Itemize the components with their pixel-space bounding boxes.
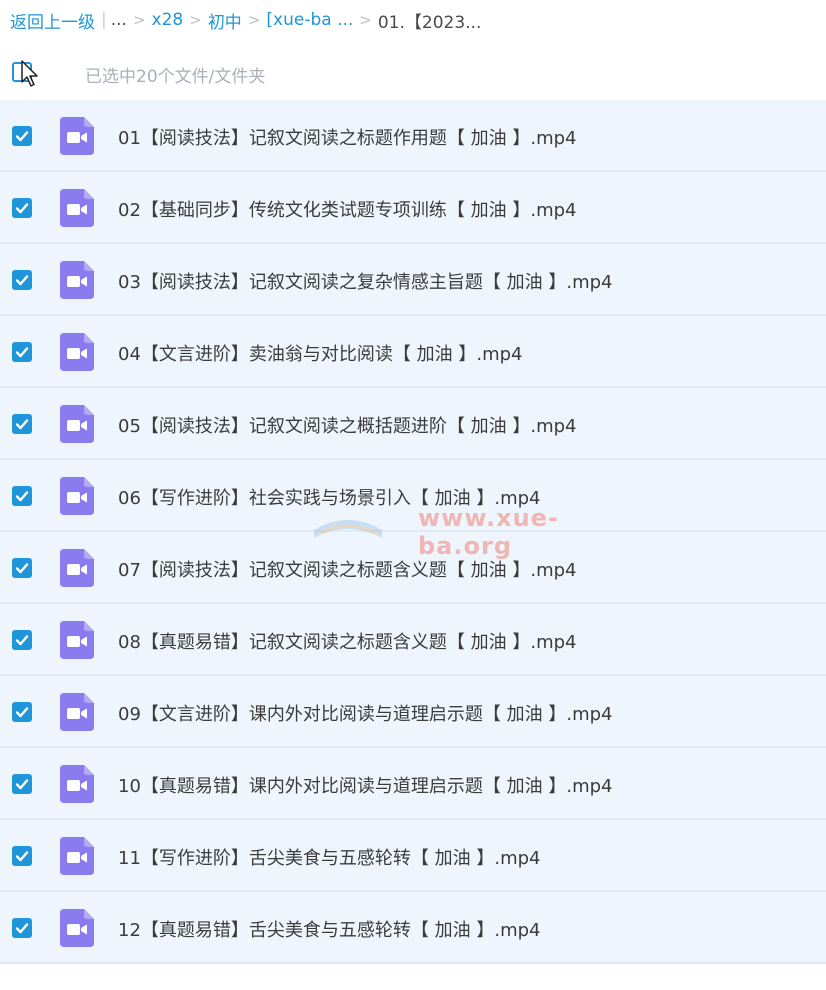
file-row[interactable]: 12【真题易错】舌尖美食与五感轮转【 加油 】.mp4 — [0, 892, 826, 964]
file-name[interactable]: 12【真题易错】舌尖美食与五感轮转【 加油 】.mp4 — [118, 916, 540, 942]
breadcrumb-item[interactable]: x28 — [152, 10, 184, 30]
file-row[interactable]: 03【阅读技法】记叙文阅读之复杂情感主旨题【 加油 】.mp4 — [0, 244, 826, 316]
file-row[interactable]: 01【阅读技法】记叙文阅读之标题作用题【 加油 】.mp4 — [0, 100, 826, 172]
breadcrumb-ellipsis[interactable]: ... — [111, 10, 127, 30]
video-file-icon — [60, 117, 94, 155]
video-file-icon — [60, 765, 94, 803]
row-checkbox[interactable] — [12, 342, 32, 362]
file-name[interactable]: 04【文言进阶】卖油翁与对比阅读【 加油 】.mp4 — [118, 340, 522, 366]
row-checkbox[interactable] — [12, 198, 32, 218]
row-checkbox[interactable] — [12, 486, 32, 506]
divider: | — [101, 10, 107, 30]
row-checkbox[interactable] — [12, 774, 32, 794]
row-checkbox[interactable] — [12, 126, 32, 146]
file-row[interactable]: 10【真题易错】课内外对比阅读与道理启示题【 加油 】.mp4 — [0, 748, 826, 820]
file-name[interactable]: 02【基础同步】传统文化类试题专项训练【 加油 】.mp4 — [118, 196, 576, 222]
video-file-icon — [60, 837, 94, 875]
file-name[interactable]: 10【真题易错】课内外对比阅读与道理启示题【 加油 】.mp4 — [118, 772, 612, 798]
chevron-right-icon: > — [359, 11, 372, 29]
file-name[interactable]: 06【写作进阶】社会实践与场景引入【 加油 】.mp4 — [118, 484, 540, 510]
video-file-icon — [60, 477, 94, 515]
file-name[interactable]: 03【阅读技法】记叙文阅读之复杂情感主旨题【 加油 】.mp4 — [118, 268, 612, 294]
chevron-right-icon: > — [132, 11, 146, 29]
video-file-icon — [60, 549, 94, 587]
selection-count: 已选中20个文件/文件夹 — [85, 67, 266, 87]
file-row[interactable]: 07【阅读技法】记叙文阅读之标题含义题【 加油 】.mp4 — [0, 532, 826, 604]
row-checkbox[interactable] — [12, 558, 32, 578]
video-file-icon — [60, 261, 94, 299]
file-row[interactable]: 08【真题易错】记叙文阅读之标题含义题【 加油 】.mp4 — [0, 604, 826, 676]
file-row[interactable]: 11【写作进阶】舌尖美食与五感轮转【 加油 】.mp4 — [0, 820, 826, 892]
video-file-icon — [60, 693, 94, 731]
row-checkbox[interactable] — [12, 918, 32, 938]
file-row[interactable]: 02【基础同步】传统文化类试题专项训练【 加油 】.mp4 — [0, 172, 826, 244]
breadcrumb-item[interactable]: 初中 — [208, 8, 242, 33]
video-file-icon — [60, 189, 94, 227]
chevron-right-icon: > — [189, 11, 202, 29]
selection-bar: 已选中20个文件/文件夹 — [0, 48, 826, 98]
video-file-icon — [60, 621, 94, 659]
file-name[interactable]: 11【写作进阶】舌尖美食与五感轮转【 加油 】.mp4 — [118, 844, 540, 870]
file-row[interactable]: 09【文言进阶】课内外对比阅读与道理启示题【 加油 】.mp4 — [0, 676, 826, 748]
row-checkbox[interactable] — [12, 630, 32, 650]
mouse-cursor-icon — [21, 60, 38, 87]
file-list: 01【阅读技法】记叙文阅读之标题作用题【 加油 】.mp4 02【基础同步】传统文… — [0, 100, 826, 964]
file-name[interactable]: 05【阅读技法】记叙文阅读之概括题进阶【 加油 】.mp4 — [118, 412, 576, 438]
row-checkbox[interactable] — [12, 414, 32, 434]
video-file-icon — [60, 405, 94, 443]
video-file-icon — [60, 333, 94, 371]
breadcrumb: 返回上一级 | ... > x28 > 初中 > [xue-ba ... > 0… — [10, 8, 482, 33]
video-file-icon — [60, 909, 94, 947]
file-row[interactable]: 06【写作进阶】社会实践与场景引入【 加油 】.mp4 — [0, 460, 826, 532]
chevron-right-icon: > — [247, 11, 261, 29]
back-link[interactable]: 返回上一级 — [10, 8, 95, 33]
breadcrumb-current: 01.【2023... — [377, 12, 482, 33]
row-checkbox[interactable] — [12, 270, 32, 290]
file-row[interactable]: 04【文言进阶】卖油翁与对比阅读【 加油 】.mp4 — [0, 316, 826, 388]
file-name[interactable]: 09【文言进阶】课内外对比阅读与道理启示题【 加油 】.mp4 — [118, 700, 612, 726]
row-checkbox[interactable] — [12, 702, 32, 722]
breadcrumb-item[interactable]: [xue-ba ... — [266, 10, 353, 30]
row-checkbox[interactable] — [12, 846, 32, 866]
file-name[interactable]: 07【阅读技法】记叙文阅读之标题含义题【 加油 】.mp4 — [118, 556, 576, 582]
file-row[interactable]: 05【阅读技法】记叙文阅读之概括题进阶【 加油 】.mp4 — [0, 388, 826, 460]
file-name[interactable]: 01【阅读技法】记叙文阅读之标题作用题【 加油 】.mp4 — [118, 124, 576, 150]
file-name[interactable]: 08【真题易错】记叙文阅读之标题含义题【 加油 】.mp4 — [118, 628, 576, 654]
